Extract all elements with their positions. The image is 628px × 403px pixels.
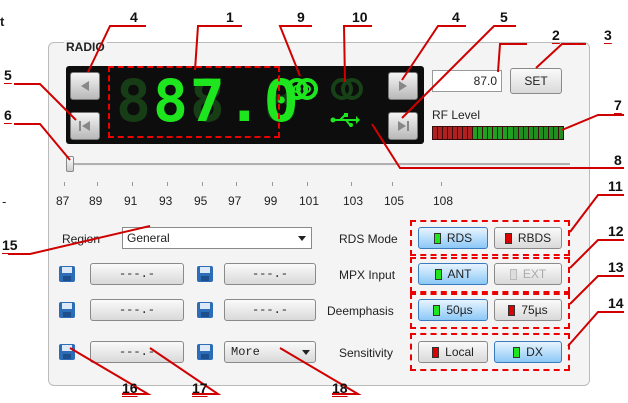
- callout-14: 14: [608, 295, 624, 311]
- callout-5a: 5: [4, 67, 12, 83]
- callout-10: 10: [352, 9, 368, 25]
- callout-6: 6: [4, 107, 12, 123]
- callout-18: 18: [332, 380, 348, 396]
- callout-4b: 4: [452, 9, 460, 25]
- callout-15: 15: [2, 237, 18, 253]
- callout-11: 11: [608, 178, 623, 194]
- callout-13: 13: [608, 259, 624, 275]
- callout-17: 17: [192, 380, 208, 396]
- callout-8: 8: [614, 152, 622, 168]
- callout-1: 1: [226, 9, 234, 25]
- callout-5b: 5: [500, 9, 508, 25]
- callout-4a: 4: [130, 9, 138, 25]
- callout-7: 7: [614, 97, 622, 113]
- callout-16: 16: [122, 380, 138, 396]
- callout-3: 3: [604, 27, 612, 43]
- callout-leaders: [8, 25, 624, 395]
- callout-12: 12: [608, 223, 624, 239]
- callout-2: 2: [552, 27, 560, 43]
- callout-9: 9: [297, 9, 305, 25]
